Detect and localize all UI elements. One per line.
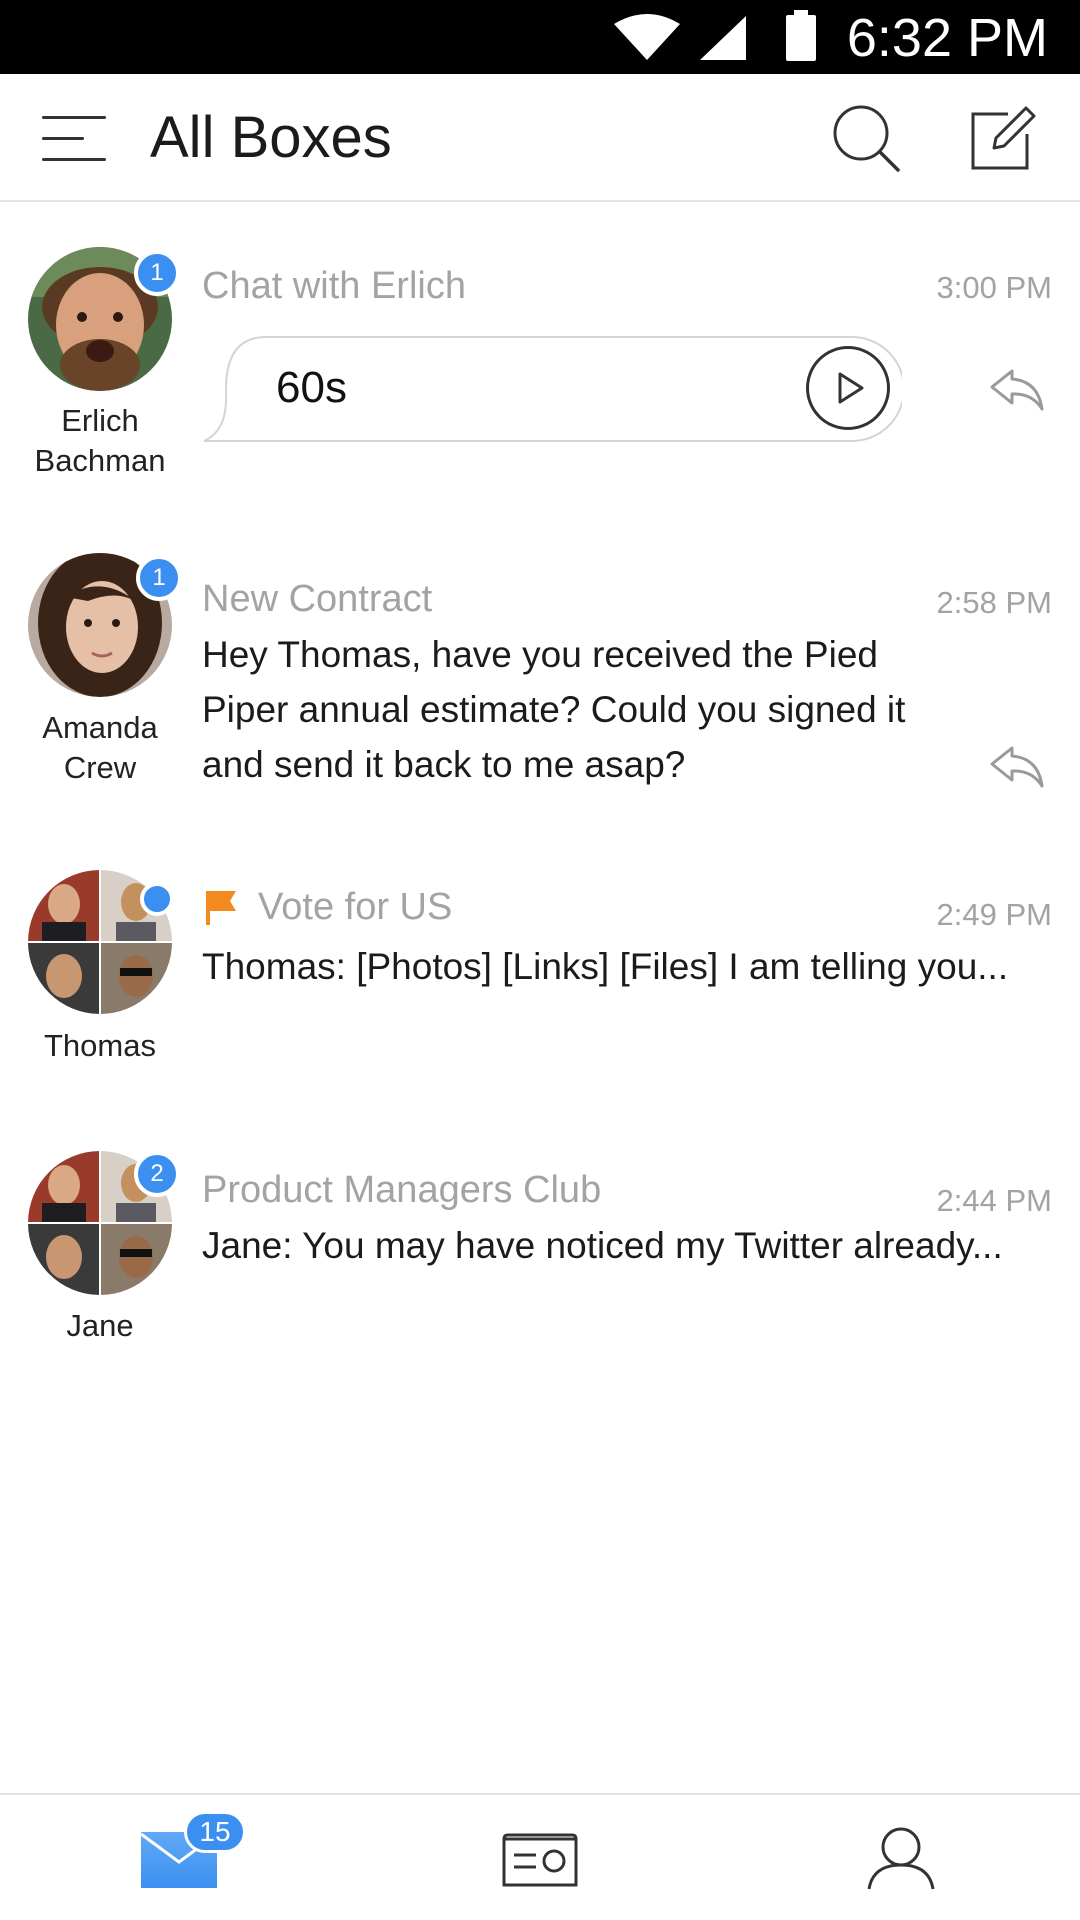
menu-button[interactable] [42,110,106,166]
reply-icon [990,746,1044,788]
flag-icon [206,891,236,925]
inbox-badge: 15 [184,1811,246,1853]
search-button[interactable] [832,104,900,172]
search-icon [833,105,900,172]
conversation-time: 2:49 PM [936,897,1052,932]
cell-signal-icon [700,16,746,60]
conversation-subject: New Contract [202,578,433,620]
contact-name: Erlich Bachman [34,403,166,478]
screen: 6:32 PM All Boxes 1 Erlich Bachman Chat … [0,0,1080,1920]
bottom-nav: 15 [0,1793,1080,1920]
compose-button[interactable] [968,102,1040,172]
unread-badge: 2 [134,1151,180,1197]
reply-button[interactable] [990,367,1044,411]
profile-icon [867,1827,935,1890]
status-time: 6:32 PM [846,8,1048,68]
status-bar: 6:32 PM [0,0,1080,74]
contact-name: Amanda Crew [42,710,158,785]
conversation-subject: Product Managers Club [202,1169,602,1211]
play-button[interactable] [806,346,890,430]
conversation-subject: Vote for US [258,886,453,928]
card-icon [502,1833,578,1887]
conversation-time: 2:58 PM [936,585,1052,620]
contact-name: Thomas [44,1028,156,1063]
unread-dot [140,882,174,916]
conversation-time: 3:00 PM [936,270,1052,305]
unread-badge: 1 [134,250,180,296]
message-preview: Thomas: [Photos] [Links] [Files] I am te… [202,946,1009,987]
voice-duration: 60s [276,363,347,412]
tab-inbox[interactable]: 15 [80,1795,280,1920]
conversation-subject: Chat with Erlich [202,265,466,307]
conversation-time: 2:44 PM [936,1183,1052,1218]
app-bar: All Boxes [0,74,1080,202]
compose-icon [971,106,1036,170]
reply-button[interactable] [990,744,1044,788]
message-preview: Hey Thomas, have you received the Pied P… [202,634,906,785]
tab-profile[interactable] [800,1795,1000,1920]
page-title: All Boxes [150,105,392,170]
battery-icon [786,10,816,61]
wifi-icon [614,14,680,60]
reply-icon [990,369,1044,411]
message-preview: Jane: You may have noticed my Twitter al… [202,1225,1003,1266]
contact-name: Jane [66,1308,134,1343]
unread-badge: 1 [136,555,182,601]
tab-cards[interactable] [440,1795,640,1920]
play-icon [838,372,864,404]
